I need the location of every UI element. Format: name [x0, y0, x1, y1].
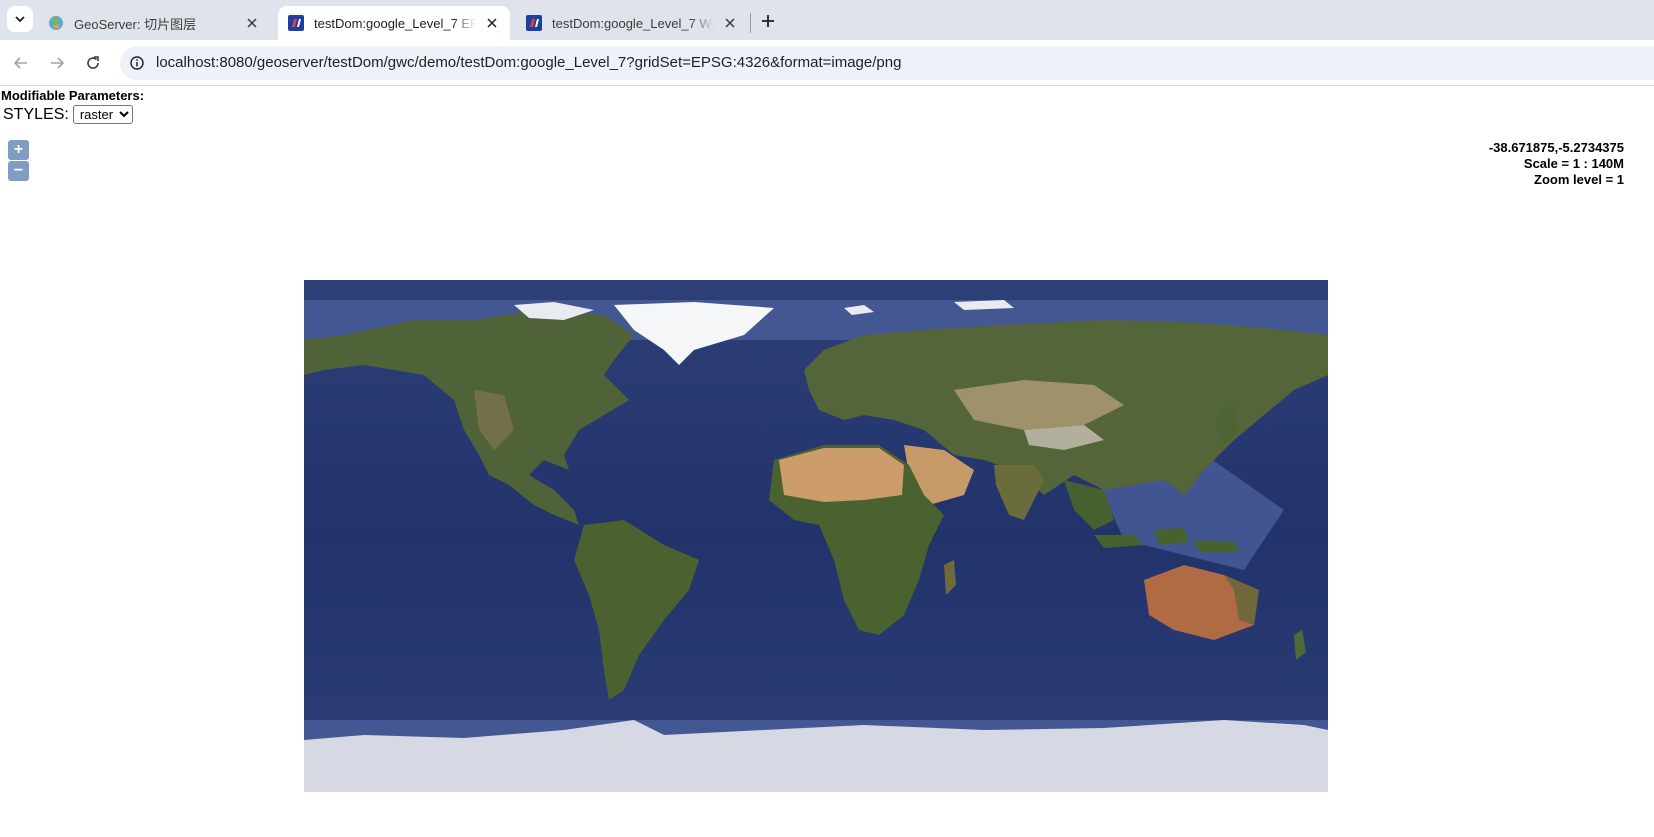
chevron-down-icon	[15, 16, 25, 23]
forward-button[interactable]	[44, 50, 70, 76]
tab-title: testDom:google_Level_7 WebMercator	[552, 15, 714, 31]
mouse-position: -38.671875,-5.2734375	[1488, 140, 1624, 155]
styles-select[interactable]: raster	[72, 105, 133, 124]
site-info-icon[interactable]	[128, 54, 146, 72]
close-tab-icon[interactable]	[242, 13, 262, 33]
browser-toolbar: localhost:8080/geoserver/testDom/gwc/dem…	[0, 40, 1654, 86]
close-tab-icon[interactable]	[720, 13, 740, 33]
world-satellite-map[interactable]	[304, 280, 1328, 792]
zoom-control: + −	[8, 140, 30, 182]
back-button[interactable]	[8, 50, 34, 76]
styles-label: STYLES:	[3, 105, 69, 123]
geoserver-globe-icon	[49, 16, 63, 30]
address-bar[interactable]: localhost:8080/geoserver/testDom/gwc/dem…	[120, 46, 1654, 80]
zoom-level-readout: Zoom level = 1	[1534, 172, 1624, 187]
tab-separator	[750, 13, 751, 33]
styles-row: STYLES: raster	[3, 105, 133, 124]
modifiable-parameters-title: Modifiable Parameters:	[1, 88, 145, 103]
arrow-left-icon	[13, 57, 27, 69]
reload-button[interactable]	[80, 50, 106, 76]
map-viewport[interactable]	[304, 280, 1328, 792]
tab-webmercator[interactable]: testDom:google_Level_7 WebMercator	[516, 6, 748, 40]
tab-geoserver[interactable]: GeoServer: 切片图层	[38, 6, 270, 40]
map-info: -38.671875,-5.2734375 Scale = 1 : 140M Z…	[1489, 140, 1624, 188]
tab-epsg4326[interactable]: testDom:google_Level_7 EPSG:4326	[278, 6, 510, 40]
arrow-right-icon	[51, 57, 65, 69]
zoom-in-button[interactable]: +	[8, 140, 29, 160]
tab-title: testDom:google_Level_7 EPSG:4326	[314, 15, 476, 31]
zoom-out-button[interactable]: −	[8, 161, 29, 181]
reload-icon	[87, 56, 99, 69]
tab-search-button[interactable]	[7, 6, 33, 32]
plus-icon	[762, 15, 774, 27]
sahara	[779, 448, 904, 502]
openlayers-icon	[526, 15, 542, 31]
tab-title: GeoServer: 切片图层	[74, 16, 197, 32]
page-content: Modifiable Parameters: STYLES: raster + …	[0, 86, 1654, 837]
close-tab-icon[interactable]	[482, 13, 502, 33]
scale-readout: Scale = 1 : 140M	[1523, 156, 1624, 171]
tab-strip: GeoServer: 切片图层 testDom:google_Level_7 E…	[0, 0, 1654, 40]
new-tab-button[interactable]	[756, 9, 780, 33]
openlayers-icon	[288, 15, 304, 31]
url-text[interactable]: localhost:8080/geoserver/testDom/gwc/dem…	[156, 54, 901, 71]
